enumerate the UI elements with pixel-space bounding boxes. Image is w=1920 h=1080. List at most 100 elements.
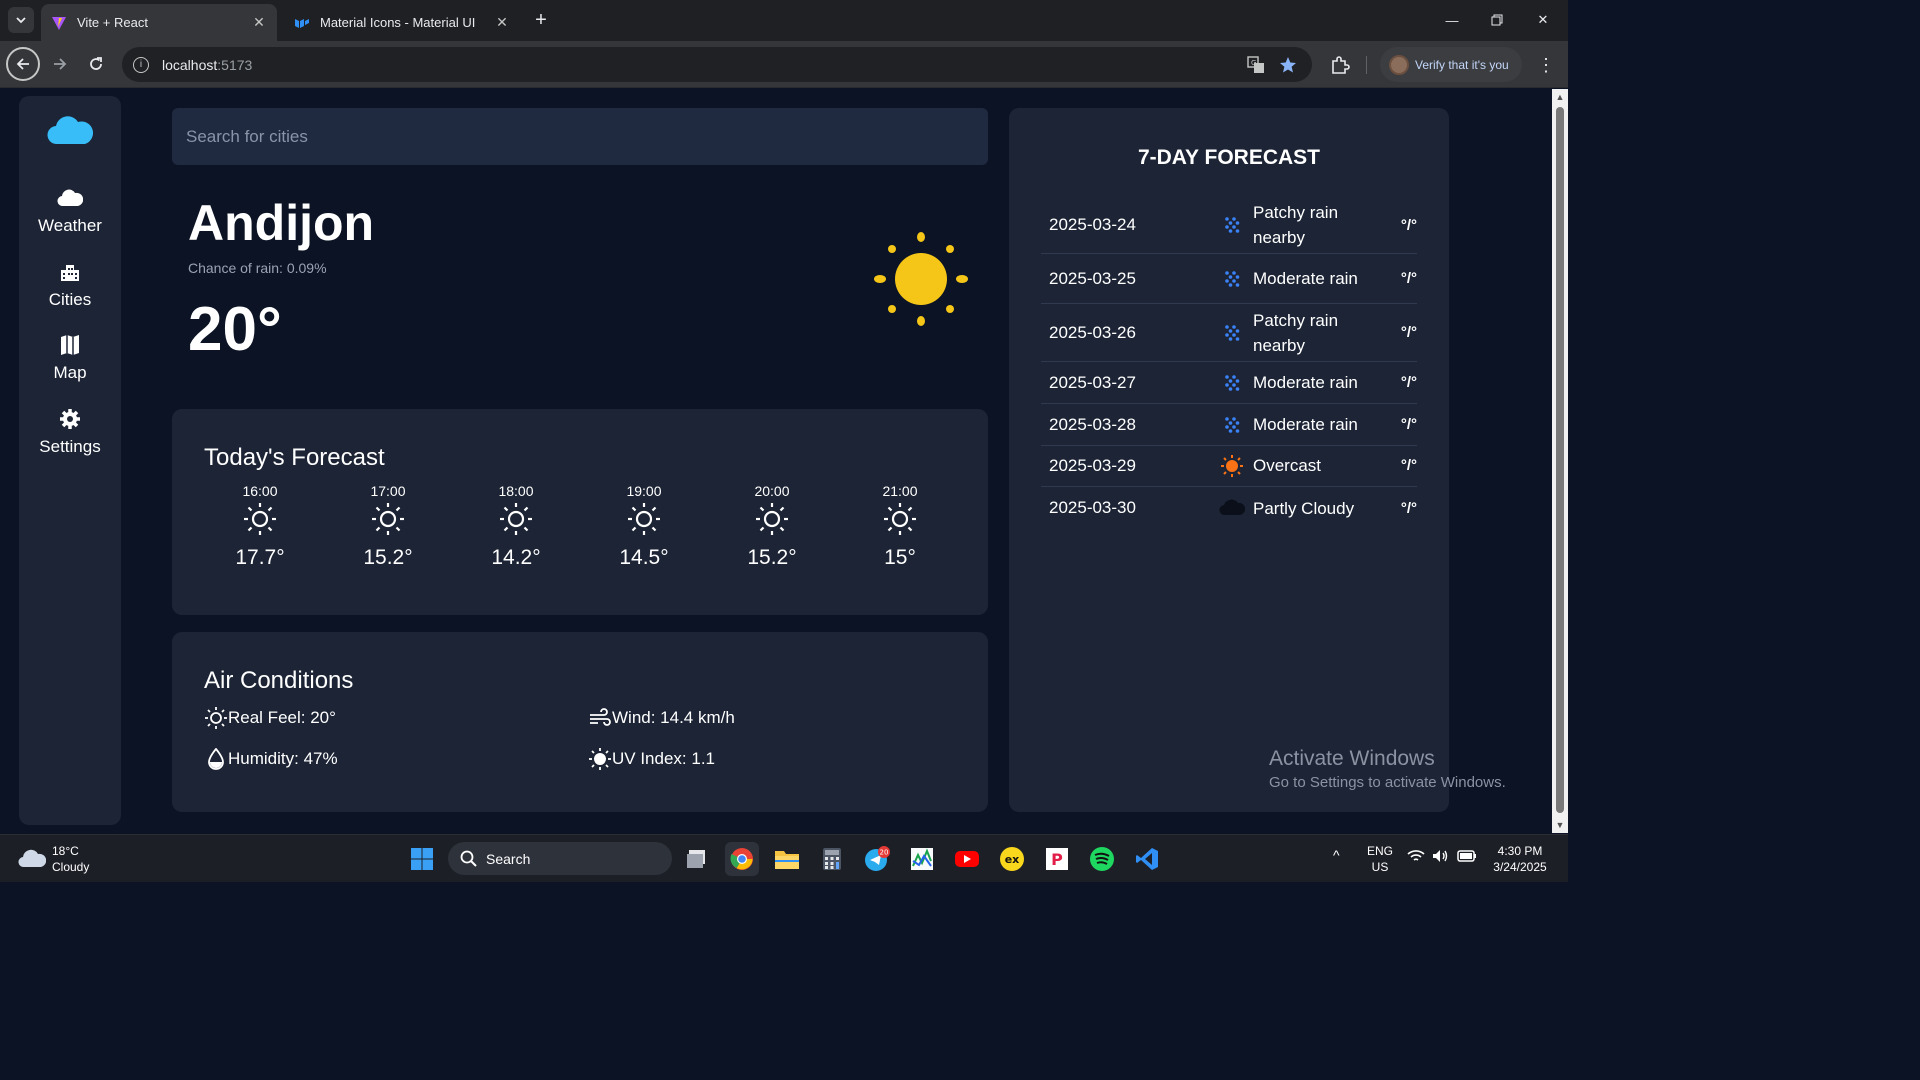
youtube-icon[interactable] [950,842,984,876]
hour-temp: 15° [884,546,916,569]
show-hidden-icons[interactable]: ^ [1333,847,1340,863]
hour-time: 21:00 [882,483,918,499]
sidebar: Weather Cities Map Settings [19,96,121,825]
wifi-icon[interactable] [1407,849,1425,867]
page-scrollbar[interactable]: ▲ ▼ [1552,89,1568,833]
tab-title: Material Icons - Material UI [320,15,476,30]
close-tab-icon[interactable]: ✕ [493,14,511,32]
search-icon [460,850,477,867]
dark-cloud-icon [1211,499,1253,517]
tab-vite-react[interactable]: Vite + React ✕ [41,4,277,41]
more-menu-icon[interactable]: ⋮ [1536,54,1556,76]
svg-text:P: P [1051,850,1063,869]
hour-time: 20:00 [754,483,790,499]
forecast-date: 2025-03-26 [1049,322,1136,342]
toolbar-divider [1366,56,1367,74]
close-window-button[interactable]: ✕ [1520,0,1566,40]
clock[interactable]: 4:30 PM 3/24/2025 [1488,843,1552,875]
language-indicator[interactable]: ENG US [1366,843,1394,875]
hour-temp: 14.2° [491,546,541,569]
browser-toolbar: i localhost:5173 G Verify that it's you … [0,41,1568,88]
mui-icon [294,15,310,31]
hourly-forecast-item: 17:00 15.2° [338,483,438,570]
air-conditions-title: Air Conditions [204,667,354,694]
task-view-icon[interactable] [680,842,714,876]
sun-outline-icon [242,499,278,542]
sidebar-item-map[interactable]: Map [19,333,121,395]
calculator-icon[interactable] [815,842,849,876]
restore-button[interactable] [1474,0,1520,40]
sun-icon [874,232,968,326]
sun-outline-icon [882,499,918,542]
minimize-button[interactable]: — [1429,0,1475,40]
reload-button[interactable] [80,48,112,80]
forecast-row: 2025-03-30 Partly Cloudy °/° [1041,487,1417,529]
avatar [1389,54,1409,75]
new-tab-button[interactable]: + [530,9,552,31]
hourly-forecast-item: 16:00 17.7° [210,483,310,570]
hour-temp: 17.7° [235,546,285,569]
scroll-up-icon[interactable]: ▲ [1555,92,1565,102]
forecast-date: 2025-03-28 [1049,414,1136,434]
real-feel: Real Feel: 20° [204,706,336,730]
reload-icon [90,57,102,70]
file-explorer-icon[interactable] [770,842,804,876]
gear-icon [57,407,83,431]
telegram-icon[interactable]: 20 [860,842,894,876]
seven-day-forecast-card: 7-DAY FORECAST 2025-03-24 Patchy rain nea… [1009,108,1449,812]
forecast-condition: Patchy rain nearby [1253,310,1339,355]
forecast-temp-range: °/° [1400,374,1417,391]
close-tab-icon[interactable]: ✕ [250,14,268,32]
hour-time: 16:00 [242,483,278,499]
back-button[interactable] [6,47,40,81]
cloud-icon [57,186,83,210]
current-temperature: 20° [188,295,282,364]
forecast-date: 2025-03-29 [1049,455,1136,475]
seven-day-forecast-title: 7-DAY FORECAST [1137,146,1321,169]
chart-app-icon[interactable] [905,842,939,876]
taskbar-weather-temp: 18°C [52,844,79,858]
chrome-icon[interactable] [725,842,759,876]
air-conditions-card: Air Conditions Real Feel: 20° Wind: 14.4… [172,632,988,812]
search-input[interactable] [172,108,988,165]
spotify-icon[interactable] [1085,842,1119,876]
site-info-icon[interactable]: i [133,56,149,73]
forward-button[interactable] [44,48,76,80]
sidebar-item-cities[interactable]: Cities [19,260,121,322]
bookmark-star-icon[interactable] [1278,55,1298,75]
vscode-icon[interactable] [1130,842,1164,876]
forecast-temp-range: °/° [1400,499,1417,517]
translate-icon[interactable]: G [1246,55,1266,75]
sun-orange-icon [1211,454,1253,477]
scrollbar-thumb[interactable] [1556,107,1564,813]
volume-icon[interactable] [1432,849,1450,867]
scroll-down-icon[interactable]: ▼ [1555,820,1565,830]
extensions-button[interactable] [1328,53,1352,77]
exness-icon[interactable]: ex [995,842,1029,876]
rain-icon [1211,373,1253,393]
forecast-row: 2025-03-27 Moderate rain °/° [1041,362,1417,404]
tab-material-icons[interactable]: Material Icons - Material UI ✕ [284,4,520,41]
forecast-temp-range: °/° [1400,270,1417,287]
start-button[interactable] [405,842,439,876]
taskbar-search[interactable]: Search [448,842,672,875]
svg-text:G: G [1251,59,1256,67]
sidebar-item-settings[interactable]: Settings [19,407,121,469]
forecast-temp-range: °/° [1400,416,1417,433]
p-app-icon[interactable]: P [1040,842,1074,876]
forecast-condition: Partly Cloudy [1253,498,1355,518]
puzzle-icon [1332,56,1350,74]
battery-icon[interactable] [1457,849,1477,867]
tab-search-button[interactable] [8,7,34,33]
rain-icon [1211,415,1253,435]
svg-text:ex: ex [1005,853,1020,866]
forecast-row: 2025-03-25 Moderate rain °/° [1041,254,1417,304]
sidebar-item-label: Settings [39,437,101,456]
taskbar-weather-widget[interactable]: 18°C Cloudy [18,843,89,875]
address-bar[interactable]: i localhost:5173 G [122,47,1312,82]
hourly-forecast-item: 21:00 15° [850,483,950,570]
sidebar-item-weather[interactable]: Weather [19,186,121,248]
wind-icon [588,706,612,730]
profile-button[interactable]: Verify that it's you [1380,47,1522,82]
forecast-date: 2025-03-30 [1049,498,1136,517]
